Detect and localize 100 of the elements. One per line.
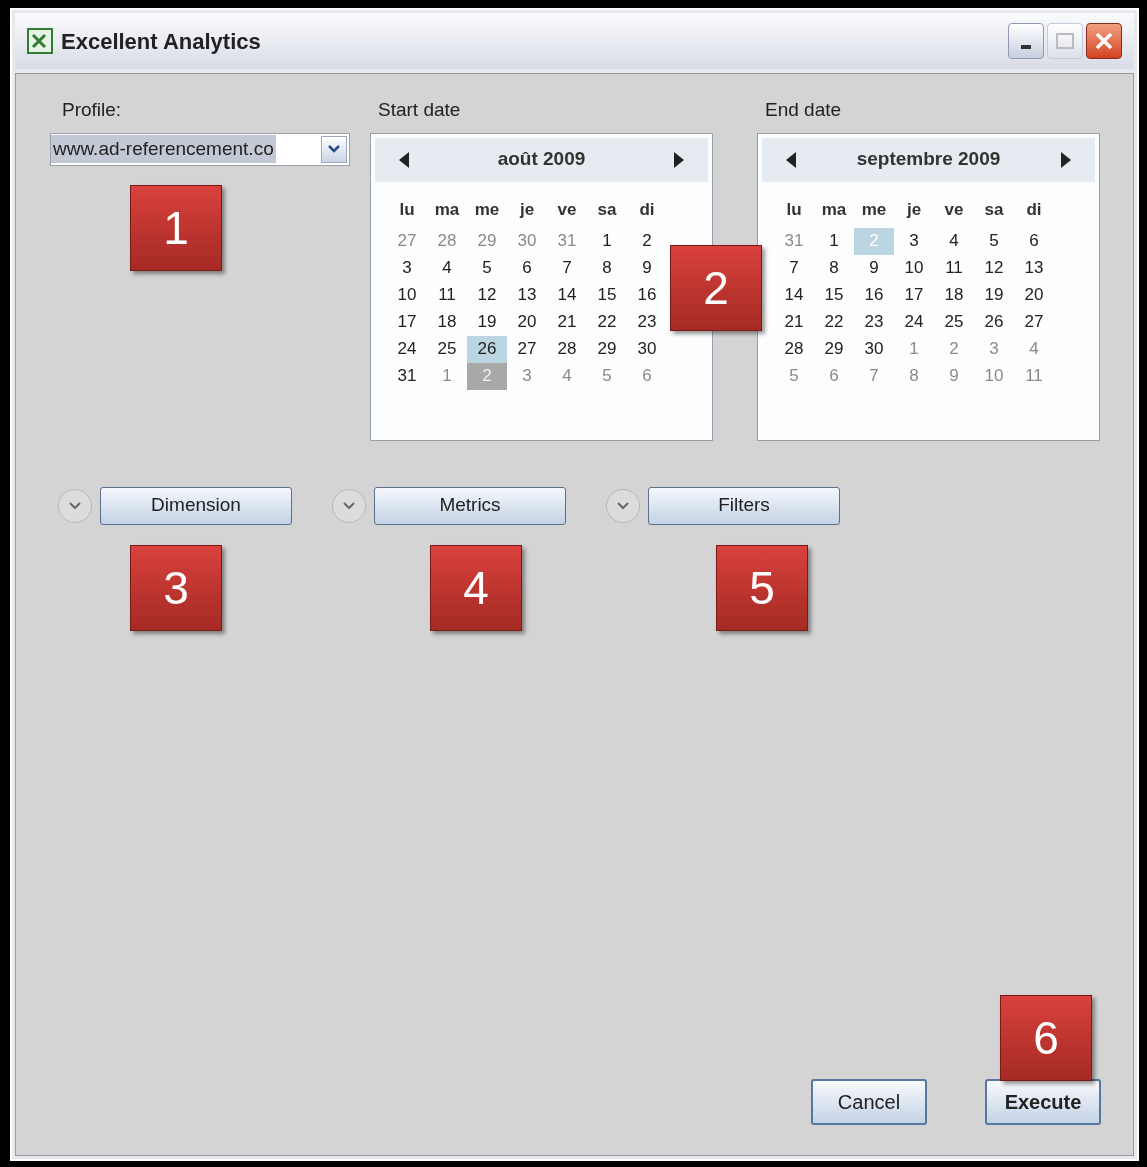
calendar-day[interactable]: 7 [547, 254, 587, 282]
weekday-label: je [905, 198, 923, 221]
previous-month-icon[interactable] [786, 151, 796, 168]
calendar-day[interactable]: 19 [467, 308, 507, 336]
calendar-day[interactable]: 18 [427, 308, 467, 336]
calendar-day[interactable]: 31 [387, 362, 427, 390]
weekday-label: ve [943, 198, 965, 221]
calendar-day[interactable]: 22 [814, 308, 854, 336]
calendar-day[interactable]: 14 [774, 281, 814, 309]
chevron-icon [617, 501, 629, 510]
calendar-day[interactable]: 25 [934, 308, 974, 336]
calendar-day[interactable]: 6 [627, 362, 667, 390]
calendar-day[interactable]: 16 [854, 281, 894, 309]
calendar-day[interactable]: 29 [814, 335, 854, 363]
calendar-day[interactable]: 19 [974, 281, 1014, 309]
profile-dropdown[interactable]: www.ad-referencement.co [50, 132, 350, 166]
calendar-day[interactable]: 5 [587, 362, 627, 390]
calendar-day[interactable]: 20 [507, 308, 547, 336]
section-button[interactable]: Filters [648, 486, 840, 525]
profile-label: Profile: [62, 98, 123, 122]
calendar-day[interactable]: 22 [587, 308, 627, 336]
previous-month-icon[interactable] [399, 151, 409, 168]
next-month-icon[interactable] [1061, 151, 1071, 168]
calendar-day[interactable]: 11 [427, 281, 467, 309]
calendar-day[interactable]: 25 [427, 335, 467, 363]
calendar-day[interactable]: 21 [774, 308, 814, 336]
weekday-label: di [638, 198, 656, 221]
calendar-day[interactable]: 15 [587, 281, 627, 309]
calendar-day[interactable]: 9 [854, 254, 894, 282]
calendar-day[interactable]: 10 [894, 254, 934, 282]
calendar-day[interactable]: 6 [814, 362, 854, 390]
minimize-icon [1021, 45, 1031, 49]
calendar-day[interactable]: 4 [427, 254, 467, 282]
calendar-day[interactable]: 10 [387, 281, 427, 309]
calendar-day[interactable]: 4 [547, 362, 587, 390]
close-button[interactable] [1086, 23, 1122, 59]
profile-value: www.ad-referencement.co [51, 134, 276, 164]
weekday-label: sa [596, 198, 618, 221]
calendar-day[interactable]: 18 [934, 281, 974, 309]
calendar-day[interactable]: 5 [974, 227, 1014, 255]
minimize-button[interactable] [1008, 23, 1044, 59]
calendar-day[interactable]: 4 [1014, 335, 1054, 363]
calendar-day[interactable]: 6 [1014, 227, 1054, 255]
calendar-day[interactable]: 13 [507, 281, 547, 309]
calendar-day[interactable]: 3 [387, 254, 427, 282]
weekday-label: ma [433, 198, 461, 221]
calendar-day[interactable]: 21 [547, 308, 587, 336]
calendar-day[interactable]: 29 [587, 335, 627, 363]
calendar-day[interactable]: 24 [387, 335, 427, 363]
calendar-day[interactable]: 6 [507, 254, 547, 282]
calendar-day[interactable]: 27 [1014, 308, 1054, 336]
calendar-day[interactable]: 30 [627, 335, 667, 363]
calendar-day[interactable]: 2 [627, 227, 667, 255]
calendar-day[interactable]: 28 [547, 335, 587, 363]
weekday-label: di [1025, 198, 1043, 221]
section-button[interactable]: Dimension [100, 486, 292, 525]
weekday-label: me [473, 198, 501, 221]
calendar-day[interactable]: 1 [814, 227, 854, 255]
calendar-day[interactable]: 26 [467, 335, 507, 363]
calendar-day[interactable]: 1 [587, 227, 627, 255]
calendar-day[interactable]: 7 [774, 254, 814, 282]
calendar-day[interactable]: 20 [1014, 281, 1054, 309]
calendar-day[interactable]: 8 [894, 362, 934, 390]
calendar-day[interactable]: 5 [774, 362, 814, 390]
calendar-day[interactable]: 23 [627, 308, 667, 336]
section-button[interactable]: Metrics [374, 486, 566, 525]
weekday-label: sa [983, 198, 1005, 221]
calendar-day[interactable]: 5 [467, 254, 507, 282]
calendar-day[interactable]: 28 [774, 335, 814, 363]
expand-toggle[interactable] [58, 488, 92, 523]
expand-toggle[interactable] [606, 488, 640, 523]
calendar-day[interactable]: 9 [627, 254, 667, 282]
calendar-day[interactable]: 3 [894, 227, 934, 255]
calendar-day[interactable]: 28 [427, 227, 467, 255]
calendar-day[interactable]: 12 [974, 254, 1014, 282]
calendar-day[interactable]: 24 [894, 308, 934, 336]
calendar-day[interactable]: 4 [934, 227, 974, 255]
execute-button[interactable]: Execute [985, 1079, 1101, 1125]
calendar-day[interactable]: 2 [934, 335, 974, 363]
calendar-day[interactable]: 9 [934, 362, 974, 390]
calendar-day[interactable]: 15 [814, 281, 854, 309]
calendar-day[interactable]: 14 [547, 281, 587, 309]
calendar-day[interactable]: 23 [854, 308, 894, 336]
calendar-day[interactable]: 27 [507, 335, 547, 363]
calendar-day[interactable]: 17 [387, 308, 427, 336]
next-month-icon[interactable] [674, 151, 684, 168]
calendar-day[interactable]: 17 [894, 281, 934, 309]
calendar-day[interactable]: 12 [467, 281, 507, 309]
expand-toggle[interactable] [332, 488, 366, 523]
calendar-day[interactable]: 30 [854, 335, 894, 363]
calendar-day[interactable]: 16 [627, 281, 667, 309]
calendar-day[interactable]: 11 [934, 254, 974, 282]
calendar-day[interactable]: 26 [974, 308, 1014, 336]
calendar-day[interactable]: 3 [974, 335, 1014, 363]
calendar-day[interactable]: 8 [587, 254, 627, 282]
calendar-day[interactable]: 13 [1014, 254, 1054, 282]
calendar-day[interactable]: 3 [507, 362, 547, 390]
calendar-day[interactable]: 8 [814, 254, 854, 282]
calendar-day[interactable]: 7 [854, 362, 894, 390]
cancel-button[interactable]: Cancel [811, 1079, 927, 1125]
